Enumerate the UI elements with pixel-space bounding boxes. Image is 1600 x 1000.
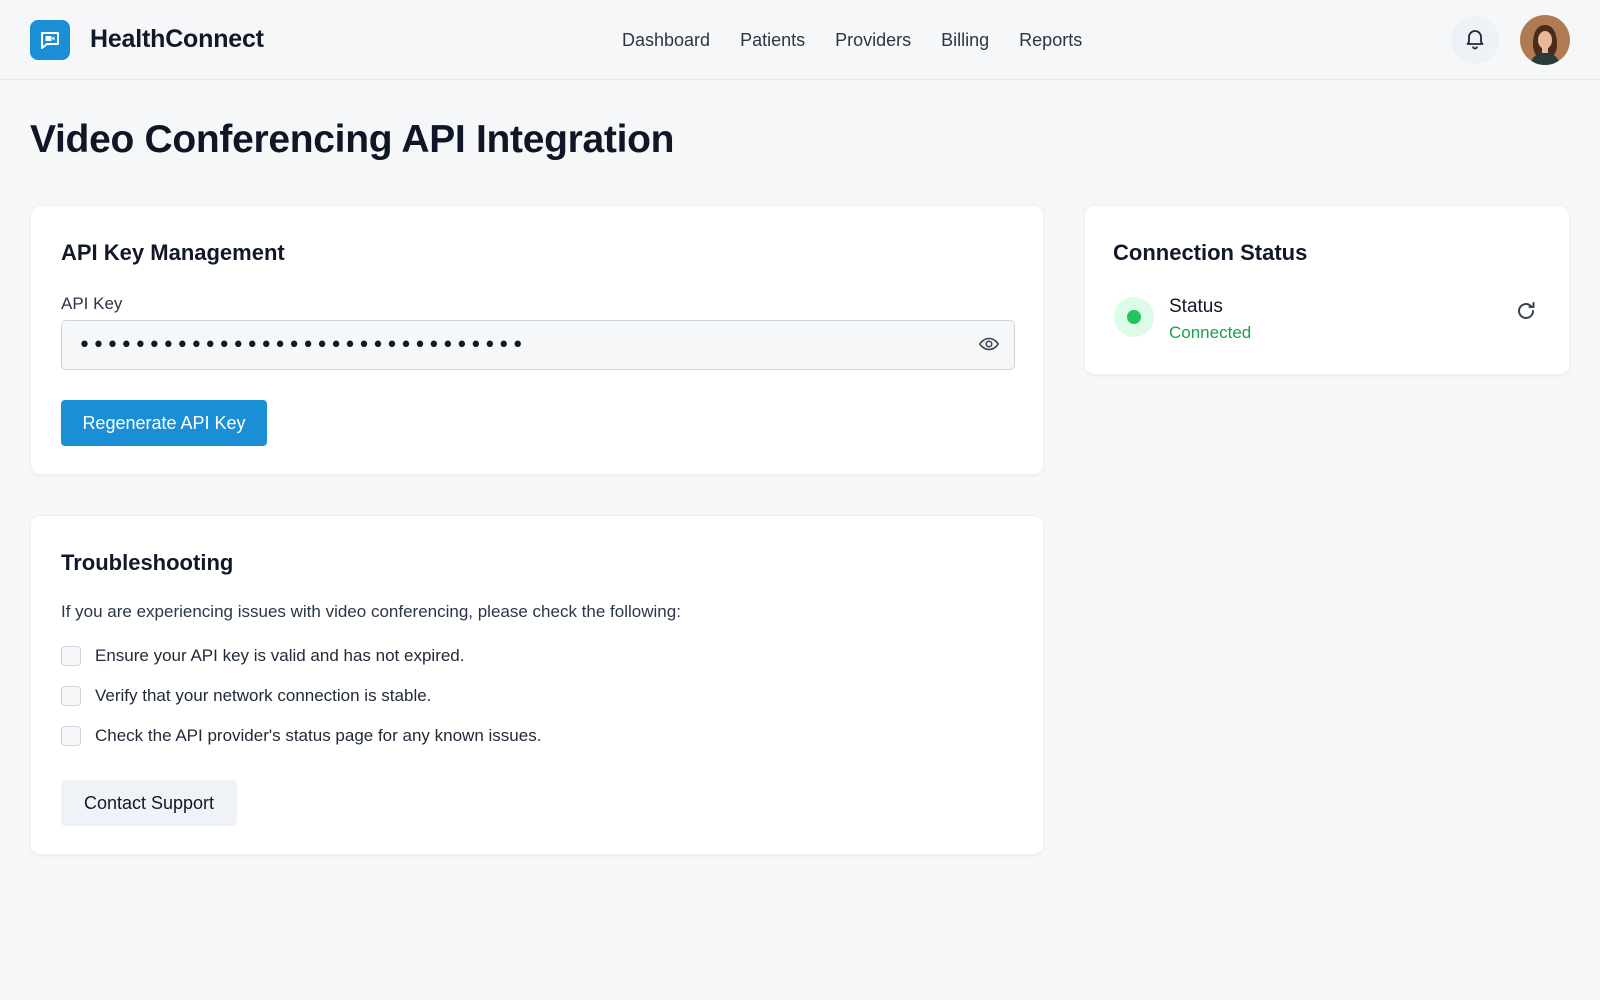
status-indicator	[1114, 297, 1154, 337]
checklist-checkbox[interactable]	[61, 646, 81, 666]
bell-icon	[1463, 26, 1487, 55]
checklist-item: Verify that your network connection is s…	[61, 686, 431, 706]
eye-icon	[978, 333, 1000, 360]
api-key-card: API Key Management API Key Regenerate AP…	[30, 205, 1044, 475]
notifications-button[interactable]	[1451, 16, 1499, 64]
nav-link-dashboard[interactable]: Dashboard	[622, 30, 710, 51]
status-value: Connected	[1169, 323, 1252, 342]
nav-link-patients[interactable]: Patients	[740, 30, 805, 51]
main-nav: Dashboard Patients Providers Billing Rep…	[622, 30, 1082, 51]
checklist-item: Ensure your API key is valid and has not…	[61, 646, 464, 666]
nav-link-billing[interactable]: Billing	[941, 30, 989, 51]
checklist-item: Check the API provider's status page for…	[61, 726, 541, 746]
troubleshooting-intro: If you are experiencing issues with vide…	[61, 602, 681, 621]
checklist-checkbox[interactable]	[61, 726, 81, 746]
checklist-text: Verify that your network connection is s…	[95, 686, 432, 705]
connection-status-title: Connection Status	[1113, 240, 1308, 265]
connection-status-card: Connection Status Status Connected	[1084, 205, 1570, 375]
refresh-icon	[1514, 299, 1538, 328]
troubleshooting-card: Troubleshooting If you are experiencing …	[30, 515, 1044, 855]
brand-name[interactable]: HealthConnect	[90, 25, 264, 54]
top-navigation-bar: HealthConnect Dashboard Patients Provide…	[0, 0, 1600, 80]
troubleshooting-title: Troubleshooting	[61, 550, 234, 575]
api-key-input[interactable]	[62, 321, 962, 369]
api-key-field-wrapper	[61, 320, 1015, 370]
checklist-checkbox[interactable]	[61, 686, 81, 706]
api-key-label: API Key	[61, 294, 123, 313]
regenerate-api-key-button[interactable]: Regenerate API Key	[61, 400, 267, 446]
refresh-status-button[interactable]	[1513, 300, 1539, 326]
user-avatar[interactable]	[1520, 15, 1570, 65]
checklist-text: Check the API provider's status page for…	[95, 726, 542, 745]
status-label: Status	[1169, 296, 1223, 317]
contact-support-button[interactable]: Contact Support	[61, 780, 237, 826]
api-key-card-title: API Key Management	[61, 240, 285, 265]
nav-link-providers[interactable]: Providers	[835, 30, 911, 51]
checklist-text: Ensure your API key is valid and has not…	[95, 646, 465, 665]
toggle-visibility-button[interactable]	[978, 335, 1000, 357]
nav-link-reports[interactable]: Reports	[1019, 30, 1082, 51]
video-chat-icon[interactable]	[30, 20, 70, 60]
status-dot-icon	[1127, 310, 1141, 324]
page-title: Video Conferencing API Integration	[30, 118, 675, 161]
